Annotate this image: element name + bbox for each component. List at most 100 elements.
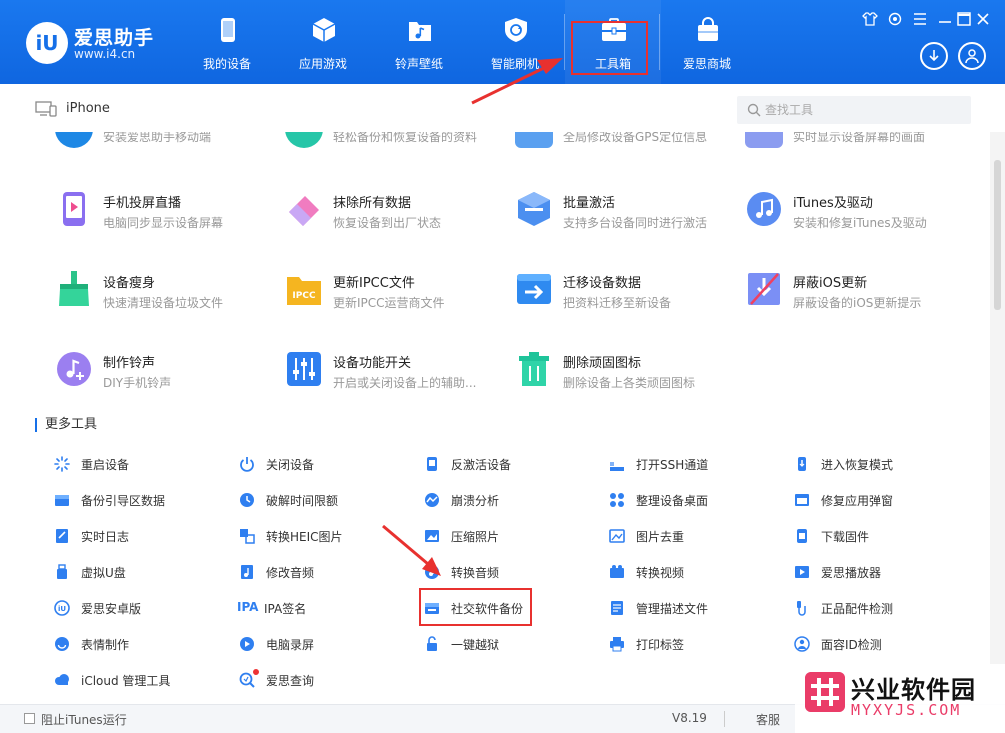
tool-realtime-log[interactable]: 实时日志 [54,526,234,546]
tool-label: 破解时间限额 [266,494,339,508]
settings-icon[interactable] [886,10,904,28]
maximize-icon[interactable] [955,10,973,28]
tool-itunes-driver[interactable]: iTunes及驱动 安装和修复iTunes及驱动 [745,190,975,250]
tool-convert-heic[interactable]: 转换HEIC图片 [239,526,419,546]
restart-icon [54,456,70,472]
watermark-title: 兴业软件园 [851,676,976,704]
tool-accessory-check[interactable]: 正品配件检测 [794,598,974,618]
tool-label: 实时日志 [81,530,130,544]
vertical-scrollbar[interactable] [990,132,1005,704]
tool-ipa-sign[interactable]: IPA IPA签名 [237,598,417,618]
tool-open-ssh[interactable]: 打开SSH通道 [609,454,789,474]
tool-migrate-data[interactable]: 迁移设备数据 把资料迁移至新设备 [515,270,745,330]
tool-compress-photo[interactable]: 压缩照片 [424,526,604,546]
device-name[interactable]: iPhone [66,101,110,116]
search-input[interactable] [765,100,961,120]
tool-label: 虚拟U盘 [81,566,126,580]
tool-name: 设备瘦身 [103,276,156,291]
minimize-icon[interactable] [936,10,954,28]
tool-i4-query[interactable]: 爱思查询 [239,669,419,690]
tool-label: 修改音频 [266,566,315,580]
tool-icloud-manager[interactable]: iCloud 管理工具 [54,670,234,690]
svg-text:IPCC: IPCC [292,291,316,301]
tab-label: 我的设备 [202,57,251,71]
convert-video-icon [610,565,624,578]
tool-download-firmware[interactable]: 下载固件 [794,526,974,546]
tool-label: 关闭设备 [266,458,315,472]
tool-manage-profile[interactable]: 管理描述文件 [609,598,789,618]
tool-edit-audio[interactable]: 修改音频 [239,562,419,582]
edit-audio-icon [241,565,253,579]
fix-popup-icon [795,494,809,506]
tool-block-ios-update[interactable]: 屏蔽iOS更新 屏蔽设备的iOS更新提示 [745,270,975,330]
tool-restart-device[interactable]: 重启设备 [54,454,234,474]
footer-separator [724,711,725,727]
tab-apps-games[interactable]: 应用游戏 [275,0,371,84]
search-box[interactable] [737,96,971,124]
tool-desc: 安装爱思助手移动端 [103,132,212,144]
app-logo[interactable]: iU 爱思助手 www.i4.cn [26,18,176,68]
account-button[interactable] [958,42,986,70]
tool-screen-mirror[interactable]: 手机投屏直播 电脑同步显示设备屏幕 [55,190,285,250]
menu-icon[interactable] [911,10,929,28]
tool-partial[interactable]: 轻松备份和恢复设备的资料 [285,132,515,148]
tool-partial[interactable]: 安装爱思助手移动端 [55,132,285,148]
tool-i4-player[interactable]: 爱思播放器 [794,562,974,582]
logo-mark-icon: iU [26,22,68,64]
tool-shutdown-device[interactable]: 关闭设备 [239,454,419,474]
block-itunes-checkbox[interactable] [24,713,35,724]
download-button[interactable] [920,42,948,70]
tool-label: 图片去重 [636,530,685,544]
tool-batch-activate[interactable]: 批量激活 支持多台设备同时进行激活 [515,190,745,250]
block-itunes-label[interactable]: 阻止iTunes运行 [41,711,127,728]
tool-fix-app-popup[interactable]: 修复应用弹窗 [794,490,974,510]
tool-crack-time-limit[interactable]: 破解时间限额 [239,490,419,510]
tool-convert-video[interactable]: 转换视频 [609,562,789,582]
tool-deactivate-device[interactable]: 反激活设备 [424,454,604,474]
tool-crash-analysis[interactable]: 崩溃分析 [424,490,604,510]
tool-device-slim[interactable]: 设备瘦身 快速清理设备垃圾文件 [55,270,285,330]
tool-screen-record[interactable]: 电脑录屏 [239,634,419,654]
tool-name: 手机投屏直播 [103,196,182,211]
tab-store[interactable]: 爱思商城 [659,0,755,84]
tool-make-emoji[interactable]: 表情制作 [54,634,234,654]
heic-convert-icon [240,529,255,544]
tool-i4-android[interactable]: iU 爱思安卓版 [54,598,234,618]
tool-partial[interactable]: 实时显示设备屏幕的画面 [745,132,975,148]
scrollbar-thumb[interactable] [994,160,1001,310]
support-link[interactable]: 客服 [756,711,780,728]
tool-delete-icons[interactable]: 删除顽固图标 删除设备上各类顽固图标 [515,350,745,410]
desktop-grid-icon [610,493,624,507]
tool-name: 屏蔽iOS更新 [793,276,868,291]
tool-label: 正品配件检测 [821,602,894,616]
crash-analysis-icon [425,493,439,507]
top-header: iU 爱思助手 www.i4.cn 我的设备 应用游戏 铃声壁纸 智能刷机 工具… [0,0,1005,84]
tool-erase-data[interactable]: 抹除所有数据 恢复设备到出厂状态 [285,190,515,250]
tool-make-ringtone[interactable]: 制作铃声 DIY手机铃声 [55,350,285,410]
tool-organize-desktop[interactable]: 整理设备桌面 [609,490,789,510]
tool-face-id-check[interactable]: 面容ID检测 [794,634,974,654]
tool-print-label[interactable]: 打印标签 [609,634,789,654]
tab-smart-flash[interactable]: 智能刷机 [467,0,563,84]
tab-ringtone-wallpaper[interactable]: 铃声壁纸 [371,0,467,84]
highlight-box-social-backup [419,588,532,626]
tool-one-click-jailbreak[interactable]: 一键越狱 [424,634,604,654]
accessory-check-icon [797,601,806,616]
user-icon [965,49,979,64]
tool-label: 反激活设备 [451,458,512,472]
boot-backup-icon [55,495,69,506]
tool-update-ipcc[interactable]: IPCC 更新IPCC文件 更新IPCC运营商文件 [285,270,515,330]
tool-convert-audio[interactable]: 转换音频 [424,562,604,582]
skin-icon[interactable] [861,10,879,28]
app-url: www.i4.cn [74,47,136,61]
close-icon[interactable] [974,10,992,28]
tool-backup-boot[interactable]: 备份引导区数据 [54,490,234,510]
tool-partial[interactable]: 全局修改设备GPS定位信息 [515,132,745,148]
batch-activate-icon [518,192,550,226]
tool-feature-switch[interactable]: 设备功能开关 开启或关闭设备上的辅助... [285,350,515,410]
tool-label: 下载固件 [821,530,870,544]
tool-recovery-mode[interactable]: 进入恢复模式 [794,454,974,474]
tool-dedupe-image[interactable]: 图片去重 [609,526,789,546]
tab-my-device[interactable]: 我的设备 [179,0,275,84]
tool-virtual-usb[interactable]: 虚拟U盘 [54,562,234,582]
